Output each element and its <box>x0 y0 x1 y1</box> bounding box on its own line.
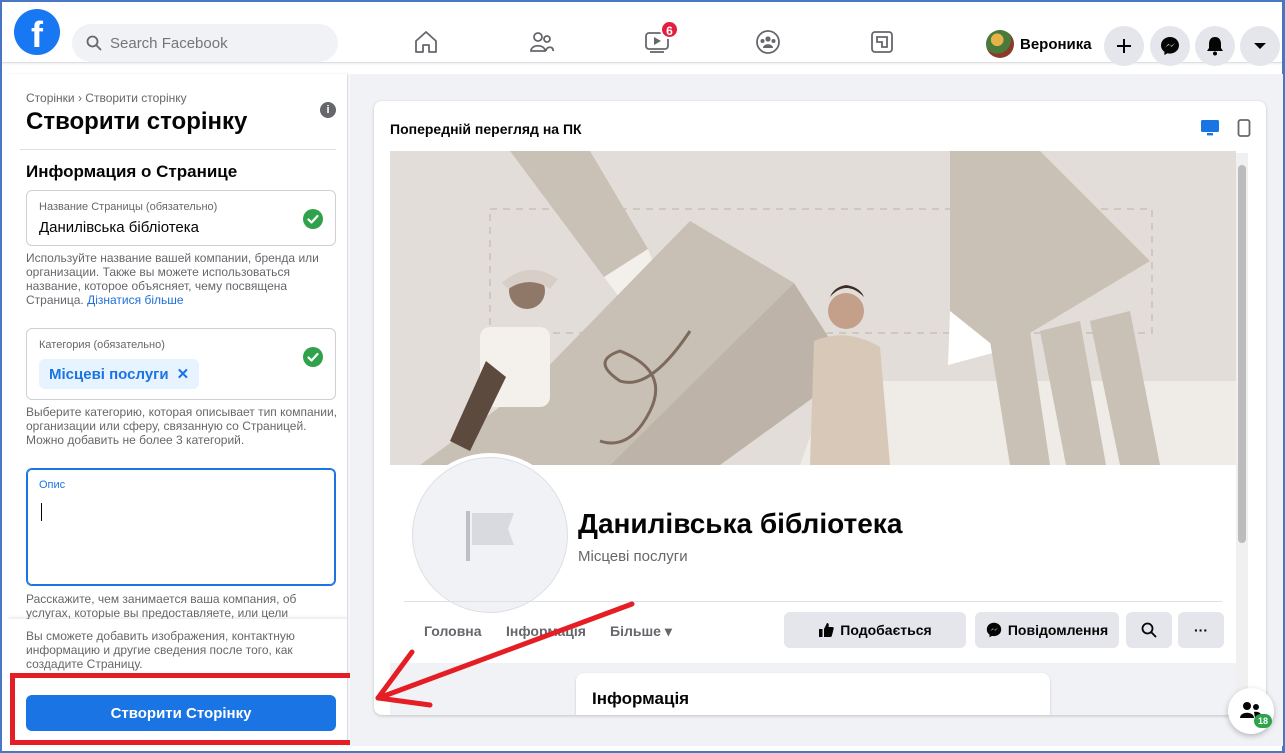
category-help: Выберите категорию, которая описывает ти… <box>26 405 337 447</box>
learn-more-link[interactable]: Дізнатися більше <box>87 293 183 307</box>
more-options-button[interactable]: ··· <box>1178 612 1224 648</box>
text-cursor <box>41 503 42 521</box>
cover-illustration <box>390 151 1236 465</box>
chevron-down-icon: ▾ <box>664 623 672 639</box>
description-help: Расскажите, чем занимается ваша компания… <box>26 592 297 620</box>
category-label: Категория (обязательно) <box>39 339 165 351</box>
footer-note: Вы сможете добавить изображения, контакт… <box>26 629 295 671</box>
preview-title: Попередній перегляд на ПК <box>390 121 582 137</box>
like-button[interactable]: Подобається <box>784 612 966 648</box>
like-label: Подобається <box>840 622 932 638</box>
avatar <box>986 30 1014 58</box>
search-icon <box>86 35 102 51</box>
groups-icon <box>756 30 780 54</box>
create-button[interactable] <box>1104 26 1144 66</box>
profile-picture[interactable] <box>408 453 572 617</box>
description-field[interactable]: Опис <box>26 468 336 586</box>
info-card-title: Інформація <box>592 689 690 708</box>
gaming-icon <box>871 31 893 53</box>
valid-check-icon <box>303 347 323 367</box>
message-label: Повідомлення <box>1007 622 1109 638</box>
thumbs-up-icon <box>819 623 835 637</box>
info-card: Інформація <box>576 673 1050 715</box>
desktop-preview-card: Попередній перегляд на ПК Данилівська бі… <box>374 101 1266 715</box>
home-icon <box>415 31 437 53</box>
search-box[interactable] <box>72 24 338 62</box>
remove-chip-icon[interactable]: ✕ <box>177 365 190 383</box>
valid-check-icon <box>303 209 323 229</box>
messenger-icon <box>986 622 1002 638</box>
annotation-highlight-box <box>10 673 356 745</box>
divider <box>20 149 336 150</box>
create-page-panel: Сторінки › Створити сторінку Створити ст… <box>8 74 348 746</box>
page-title: Створити сторінку <box>26 108 248 135</box>
preview-page-name: Данилівська бібліотека <box>578 508 903 539</box>
gaming-tab[interactable] <box>864 26 900 58</box>
message-button[interactable]: Повідомлення <box>975 612 1119 648</box>
page-preview: Данилівська бібліотека Місцеві послуги Г… <box>390 151 1236 715</box>
preview-scrollbar[interactable] <box>1236 153 1248 713</box>
tab-about[interactable]: Інформація <box>506 623 586 639</box>
contacts-button[interactable]: 18 <box>1228 688 1274 734</box>
divider <box>404 601 1222 602</box>
search-icon <box>1141 622 1157 638</box>
preview-page-category: Місцеві послуги <box>578 548 688 565</box>
notifications-button[interactable] <box>1195 26 1235 66</box>
breadcrumb[interactable]: Сторінки › Створити сторінку <box>26 91 187 105</box>
friends-icon <box>530 32 554 52</box>
watch-tab[interactable]: 6 <box>639 20 679 58</box>
page-name-field[interactable]: Название Страницы (обязательно) Данилівс… <box>26 190 336 246</box>
plus-icon <box>1117 39 1131 53</box>
groups-tab[interactable] <box>750 26 786 58</box>
messenger-icon <box>1161 37 1179 55</box>
category-chip-label: Місцеві послуги <box>49 365 169 383</box>
profile-name: Вероника <box>1020 35 1092 53</box>
mobile-icon[interactable] <box>1237 119 1251 137</box>
messenger-button[interactable] <box>1150 26 1190 66</box>
category-chip[interactable]: Місцеві послуги ✕ <box>39 359 200 389</box>
friends-tab[interactable] <box>524 26 560 58</box>
description-label: Опис <box>39 479 66 491</box>
page-name-value[interactable]: Данилівська бібліотека <box>39 219 199 236</box>
facebook-logo-icon[interactable]: f <box>14 9 60 55</box>
flag-icon <box>466 511 514 561</box>
category-field[interactable]: Категория (обязательно) Місцеві послуги ✕ <box>26 328 336 400</box>
more-icon: ··· <box>1194 622 1208 638</box>
contacts-badge: 18 <box>1254 714 1272 728</box>
scroll-thumb[interactable] <box>1238 165 1246 543</box>
profile-shortcut[interactable]: Вероника <box>984 26 1100 62</box>
section-title: Информация о Странице <box>26 162 238 181</box>
page-search-button[interactable] <box>1126 612 1172 648</box>
account-menu-icon <box>1254 43 1266 49</box>
account-menu-button[interactable] <box>1240 26 1280 66</box>
notifications-icon <box>1207 37 1223 56</box>
search-input[interactable] <box>110 24 330 62</box>
tab-home[interactable]: Головна <box>424 623 482 639</box>
page-name-label: Название Страницы (обязательно) <box>39 201 218 213</box>
tab-more[interactable]: Більше ▾ <box>610 623 672 640</box>
info-icon[interactable]: i <box>320 102 336 118</box>
top-navigation-bar: f 6 Вероника <box>2 2 1282 66</box>
watch-badge: 6 <box>660 20 679 39</box>
desktop-icon[interactable] <box>1200 119 1220 137</box>
home-tab[interactable] <box>408 26 444 58</box>
page-name-help: Используйте название вашей компании, бре… <box>26 251 319 307</box>
